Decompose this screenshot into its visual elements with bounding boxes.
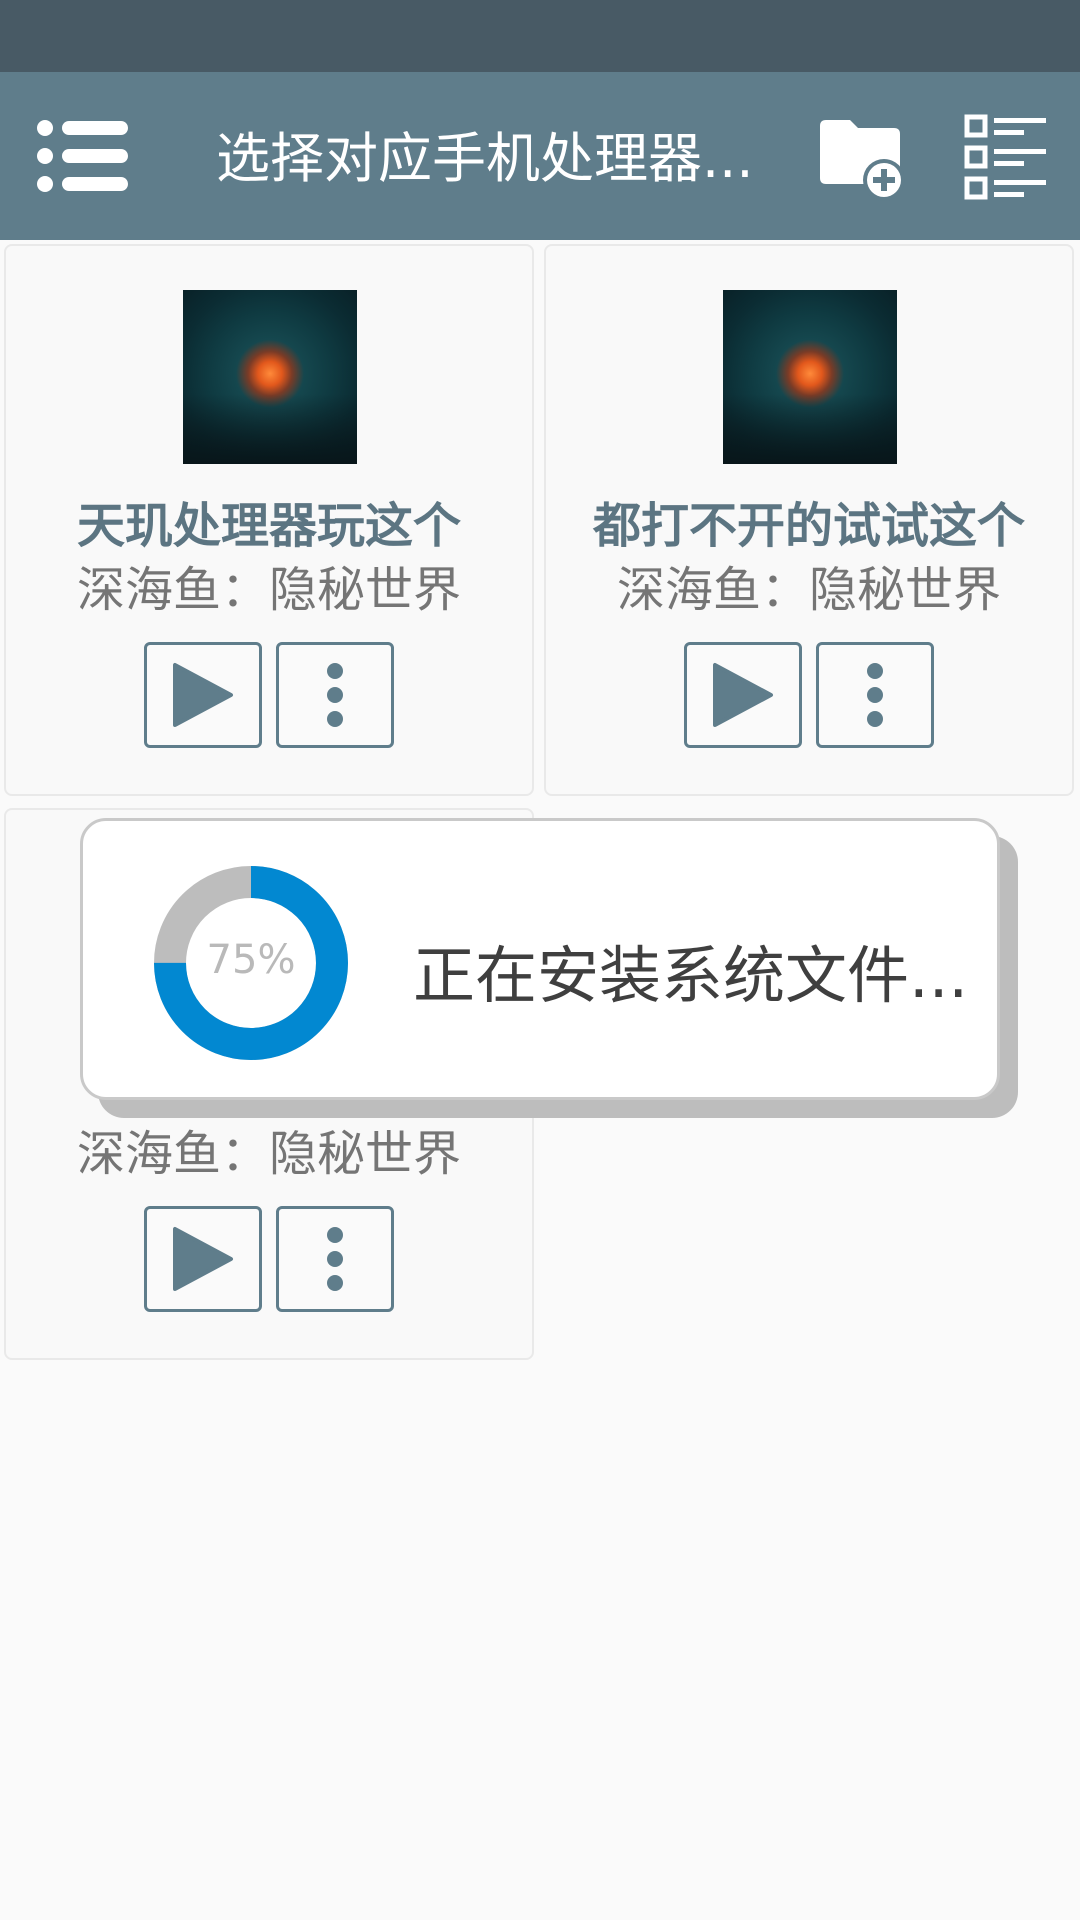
list-view-button[interactable] [964,114,1050,200]
play-icon [173,663,233,727]
more-vertical-icon [327,1227,343,1291]
menu-icon [37,120,128,192]
new-folder-button[interactable] [818,116,910,204]
list-view-icon [964,114,1046,200]
play-button[interactable] [684,642,802,748]
play-button[interactable] [144,642,262,748]
progress-message: 正在安装系统文件... [413,939,969,1012]
status-bar [0,0,1080,72]
game-card-subtitle: 深海鱼：隐秘世界 [76,1126,461,1182]
toolbar-title: 选择对应手机处理器... [216,127,754,190]
play-button[interactable] [144,1206,262,1312]
more-vertical-icon [327,663,343,727]
game-card-title: 天玑处理器玩这个 [76,498,461,554]
game-card[interactable]: 都打不开的试试这个 深海鱼：隐秘世界 [544,244,1074,796]
more-vertical-icon [867,663,883,727]
progress-percent-label: 75% [206,937,296,983]
menu-button[interactable] [36,116,132,196]
play-icon [713,663,773,727]
folder-add-icon [820,120,905,201]
game-card[interactable]: 天玑处理器玩这个 深海鱼：隐秘世界 [4,244,534,796]
app-toolbar: 选择对应手机处理器... [0,72,1080,240]
game-thumbnail [183,290,357,464]
game-card-subtitle: 深海鱼：隐秘世界 [76,562,461,618]
game-card-title: 都打不开的试试这个 [592,498,1025,554]
more-options-button[interactable] [276,642,394,748]
install-progress-dialog: 75% 正在安装系统文件... [80,818,1000,1100]
more-options-button[interactable] [276,1206,394,1312]
play-icon [173,1227,233,1291]
game-thumbnail [723,290,897,464]
game-card-subtitle: 深海鱼：隐秘世界 [616,562,1001,618]
more-options-button[interactable] [816,642,934,748]
